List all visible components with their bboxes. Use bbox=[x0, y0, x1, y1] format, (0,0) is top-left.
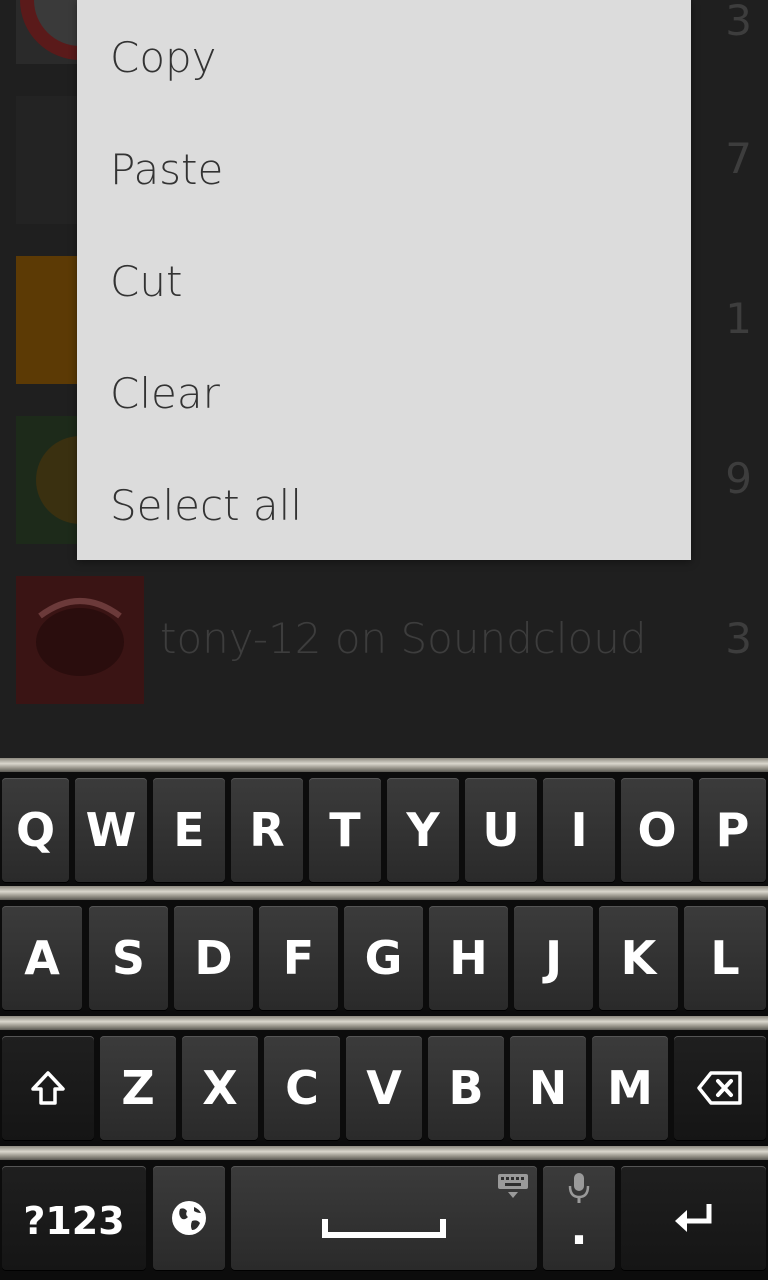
period-key[interactable]: . bbox=[543, 1166, 615, 1270]
key-i[interactable]: I bbox=[543, 778, 615, 882]
album-thumbnail bbox=[16, 576, 144, 704]
key-m[interactable]: M bbox=[592, 1036, 668, 1140]
shift-key[interactable] bbox=[2, 1036, 94, 1140]
key-u[interactable]: U bbox=[465, 778, 537, 882]
track-title: tony-12 on Soundcloud bbox=[160, 614, 647, 663]
key-p[interactable]: P bbox=[699, 778, 766, 882]
track-count: 1 bbox=[725, 294, 752, 343]
symbols-label: ?123 bbox=[23, 1199, 125, 1243]
backspace-key[interactable] bbox=[674, 1036, 766, 1140]
key-x[interactable]: X bbox=[182, 1036, 258, 1140]
key-j[interactable]: J bbox=[514, 906, 593, 1010]
text-context-menu: Copy Paste Cut Clear Select all bbox=[77, 0, 691, 560]
key-z[interactable]: Z bbox=[100, 1036, 176, 1140]
track-count: 7 bbox=[725, 134, 752, 183]
symbols-key[interactable]: ?123 bbox=[2, 1166, 146, 1270]
soft-keyboard: Q W E R T Y U I O P A S D F G H J K L Z … bbox=[0, 758, 768, 1280]
key-o[interactable]: O bbox=[621, 778, 693, 882]
key-e[interactable]: E bbox=[153, 778, 225, 882]
keyboard-rail bbox=[0, 1146, 768, 1160]
key-h[interactable]: H bbox=[429, 906, 508, 1010]
key-v[interactable]: V bbox=[346, 1036, 422, 1140]
keyboard-rail bbox=[0, 1016, 768, 1030]
menu-item-cut[interactable]: Cut bbox=[77, 226, 691, 338]
enter-icon bbox=[621, 1166, 766, 1270]
space-key[interactable] bbox=[231, 1166, 537, 1270]
key-d[interactable]: D bbox=[174, 906, 253, 1010]
menu-item-clear[interactable]: Clear bbox=[77, 338, 691, 450]
track-count: 3 bbox=[725, 614, 752, 663]
key-g[interactable]: G bbox=[344, 906, 423, 1010]
track-count: 3 bbox=[725, 0, 752, 45]
key-b[interactable]: B bbox=[428, 1036, 504, 1140]
key-y[interactable]: Y bbox=[387, 778, 459, 882]
key-t[interactable]: T bbox=[309, 778, 381, 882]
key-k[interactable]: K bbox=[599, 906, 678, 1010]
period-label: . bbox=[570, 1201, 588, 1255]
menu-item-copy[interactable]: Copy bbox=[77, 2, 691, 114]
key-a[interactable]: A bbox=[2, 906, 82, 1010]
globe-icon bbox=[153, 1166, 225, 1270]
key-f[interactable]: F bbox=[259, 906, 338, 1010]
key-w[interactable]: W bbox=[75, 778, 147, 882]
space-bar-icon bbox=[231, 1166, 537, 1270]
track-count: 9 bbox=[725, 454, 752, 503]
key-c[interactable]: C bbox=[264, 1036, 340, 1140]
keyboard-rail bbox=[0, 886, 768, 900]
enter-key[interactable] bbox=[621, 1166, 766, 1270]
language-key[interactable] bbox=[153, 1166, 225, 1270]
key-q[interactable]: Q bbox=[2, 778, 69, 882]
menu-item-paste[interactable]: Paste bbox=[77, 114, 691, 226]
shift-icon bbox=[2, 1036, 94, 1140]
key-r[interactable]: R bbox=[231, 778, 303, 882]
menu-item-select-all[interactable]: Select all bbox=[77, 450, 691, 562]
list-item[interactable]: tony-12 on Soundcloud 3 bbox=[0, 576, 768, 704]
keyboard-rail bbox=[0, 758, 768, 772]
key-s[interactable]: S bbox=[89, 906, 168, 1010]
backspace-icon bbox=[674, 1036, 766, 1140]
key-n[interactable]: N bbox=[510, 1036, 586, 1140]
key-l[interactable]: L bbox=[684, 906, 766, 1010]
